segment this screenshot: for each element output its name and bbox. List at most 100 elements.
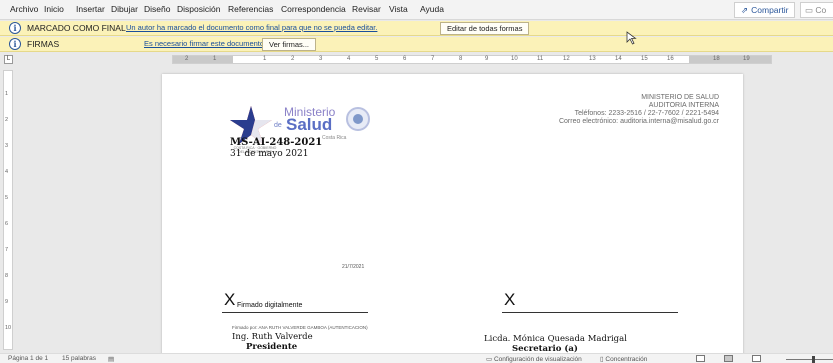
ruler-number: 11 — [537, 56, 544, 62]
ruler-number: 5 — [375, 56, 379, 62]
ruler-number: 1 — [213, 56, 217, 62]
vruler-number: 7 — [5, 247, 9, 253]
ruler-number: 4 — [347, 56, 351, 62]
web-layout-icon[interactable] — [752, 355, 761, 362]
logo-text-country: Costa Rica — [322, 135, 347, 141]
menu-referencias[interactable]: Referencias — [228, 4, 273, 14]
document-page[interactable]: Ministerio de Salud Costa Rica COSTA RIC… — [162, 74, 743, 353]
signature-1-role: Presidente — [246, 342, 298, 352]
view-signatures-button[interactable]: Ver firmas... — [262, 38, 317, 51]
signature-stamp-date: 21/7/2021 — [342, 264, 365, 270]
ruler-left-margin — [173, 56, 233, 63]
signature-1-name: Ing. Ruth Valverde — [232, 332, 313, 342]
read-mode-icon[interactable] — [696, 355, 705, 362]
focus-label: Concentración — [605, 356, 648, 363]
edit-anyway-button[interactable]: Editar de todas formas — [440, 22, 530, 35]
ruler-number: 14 — [615, 56, 622, 62]
share-icon: ⇗ — [741, 5, 749, 15]
share-button[interactable]: ⇗ Compartir — [734, 2, 796, 18]
ruler-bar: L 2 1 1 2 3 4 5 6 7 8 9 10 11 12 13 14 1… — [0, 53, 833, 66]
vruler-number: 9 — [5, 299, 9, 305]
vertical-ruler[interactable]: 1 2 3 4 5 6 7 8 9 10 — [3, 70, 13, 350]
signature-1-x: X — [224, 290, 236, 309]
horizontal-ruler[interactable]: 2 1 1 2 3 4 5 6 7 8 9 10 11 12 13 14 15 … — [172, 55, 772, 64]
menu-archivo[interactable]: Archivo — [10, 4, 38, 14]
view-settings-icon: ▭ — [486, 356, 494, 363]
signature-2-x: X — [504, 290, 516, 309]
comments-button[interactable]: ▭ Co — [800, 2, 833, 18]
ruler-number: 7 — [431, 56, 435, 62]
menu-dibujar[interactable]: Dibujar — [111, 4, 138, 14]
document-reference-code: MS-AI-248-2021 — [230, 137, 323, 148]
vruler-number: 8 — [5, 273, 9, 279]
ruler-number: 13 — [589, 56, 596, 62]
ruler-number: 16 — [667, 56, 674, 62]
vruler-number: 6 — [5, 221, 9, 227]
ruler-number: 10 — [511, 56, 518, 62]
ruler-number: 19 — [743, 56, 750, 62]
menu-insertar[interactable]: Insertar — [76, 4, 105, 14]
ruler-number: 2 — [185, 56, 189, 62]
marked-final-bar: i MARCADO COMO FINAL Un autor ha marcado… — [0, 21, 833, 36]
costa-rica-seal-icon — [346, 107, 370, 131]
menu-revisar[interactable]: Revisar — [352, 4, 381, 14]
info-icon: i — [9, 38, 21, 50]
header-ministry: MINISTERIO DE SALUD — [641, 94, 719, 101]
vruler-number: 5 — [5, 195, 9, 201]
menu-disposicion[interactable]: Disposición — [177, 4, 220, 14]
ruler-number: 1 — [263, 56, 267, 62]
signature-2-name: Licda. Mónica Quesada Madrigal — [484, 334, 627, 344]
vruler-number: 3 — [5, 143, 9, 149]
signature-2-role: Secretario (a) — [512, 344, 578, 353]
mouse-cursor-icon — [626, 31, 637, 45]
ruler-number: 8 — [459, 56, 463, 62]
ruler-right-margin — [689, 56, 771, 63]
page-counter[interactable]: Página 1 de 1 — [8, 355, 48, 362]
signatures-title: FIRMAS — [27, 39, 60, 49]
marked-final-message[interactable]: Un autor ha marcado el documento como fi… — [126, 23, 377, 32]
view-settings-button[interactable]: ▭ Configuración de visualización — [486, 355, 582, 363]
vruler-number: 10 — [5, 325, 12, 331]
signatures-bar: i FIRMAS Es necesario firmar este docume… — [0, 37, 833, 52]
focus-button[interactable]: ▯ Concentración — [600, 355, 647, 363]
ruler-number: 12 — [563, 56, 570, 62]
signature-1-label: Firmado digitalmente — [237, 302, 303, 309]
header-phones: Teléfonos: 2233-2516 / 22-7-7602 / 2221-… — [574, 110, 719, 117]
zoom-slider-thumb[interactable] — [812, 356, 815, 363]
signature-1-signed-by: Firmado por: ANA RUTH VALVERDE GAMBOA (A… — [232, 325, 368, 330]
ruler-number: 15 — [641, 56, 648, 62]
word-count[interactable]: 15 palabras — [62, 355, 96, 362]
ruler-number: 3 — [319, 56, 323, 62]
ruler-number: 18 — [713, 56, 720, 62]
logo-text-salud: Salud — [286, 115, 333, 134]
ribbon-menu-bar: Archivo Inicio Insertar Dibujar Diseño D… — [0, 0, 833, 20]
menu-ayuda[interactable]: Ayuda — [420, 4, 444, 14]
document-canvas[interactable]: Ministerio de Salud Costa Rica COSTA RIC… — [14, 66, 833, 353]
header-email: Correo electrónico: auditoria.interna@mi… — [558, 118, 719, 125]
header-department: AUDITORIA INTERNA — [648, 102, 719, 109]
comments-icon: ▭ — [805, 5, 816, 15]
status-bar: Página 1 de 1 15 palabras ▤ ▭ Configurac… — [0, 353, 833, 363]
menu-correspondencia[interactable]: Correspondencia — [281, 4, 346, 14]
menu-diseno[interactable]: Diseño — [144, 4, 170, 14]
vruler-number: 1 — [5, 91, 9, 97]
ruler-number: 9 — [485, 56, 489, 62]
menu-vista[interactable]: Vista — [389, 4, 408, 14]
signatures-message[interactable]: Es necesario firmar este documento. — [144, 39, 266, 48]
tab-selector-icon[interactable]: L — [4, 55, 13, 64]
share-label: Compartir — [751, 5, 789, 15]
signature-2-line — [502, 312, 678, 313]
marked-final-title: MARCADO COMO FINAL — [27, 23, 126, 33]
ruler-number: 6 — [403, 56, 407, 62]
comments-label: Co — [815, 5, 827, 15]
document-date: 31 de mayo 2021 — [230, 149, 309, 159]
info-icon: i — [9, 22, 21, 34]
word-window: Archivo Inicio Insertar Dibujar Diseño D… — [0, 0, 833, 363]
ruler-number: 2 — [291, 56, 295, 62]
logo-text-de: de — [274, 122, 282, 129]
vruler-number: 4 — [5, 169, 9, 175]
zoom-slider[interactable] — [786, 359, 833, 360]
menu-inicio[interactable]: Inicio — [44, 4, 64, 14]
print-layout-icon[interactable] — [724, 355, 733, 362]
proofing-icon[interactable]: ▤ — [108, 355, 114, 363]
